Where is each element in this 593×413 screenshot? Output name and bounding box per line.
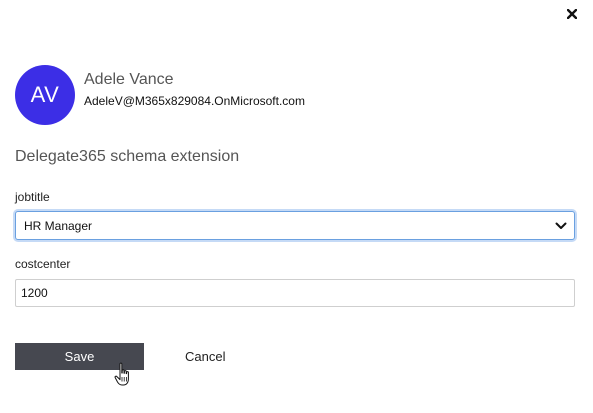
user-email: AdeleV@M365x829084.OnMicrosoft.com <box>84 94 305 108</box>
avatar: AV <box>15 65 75 125</box>
schema-extension-dialog: AV Adele Vance AdeleV@M365x829084.OnMicr… <box>0 0 593 413</box>
user-name: Adele Vance <box>84 71 174 88</box>
costcenter-label: costcenter <box>15 257 71 271</box>
chevron-down-icon <box>554 219 568 233</box>
jobtitle-label: jobtitle <box>15 190 50 204</box>
costcenter-input[interactable]: 1200 <box>15 279 575 307</box>
jobtitle-selected-value: HR Manager <box>24 218 93 233</box>
save-button[interactable]: Save <box>15 343 144 370</box>
close-button[interactable] <box>563 5 581 23</box>
avatar-initials: AV <box>30 82 60 107</box>
close-icon <box>567 9 577 19</box>
jobtitle-select[interactable]: HR Manager <box>15 211 575 240</box>
section-title: Delegate365 schema extension <box>15 148 240 165</box>
cancel-button[interactable]: Cancel <box>185 349 225 364</box>
